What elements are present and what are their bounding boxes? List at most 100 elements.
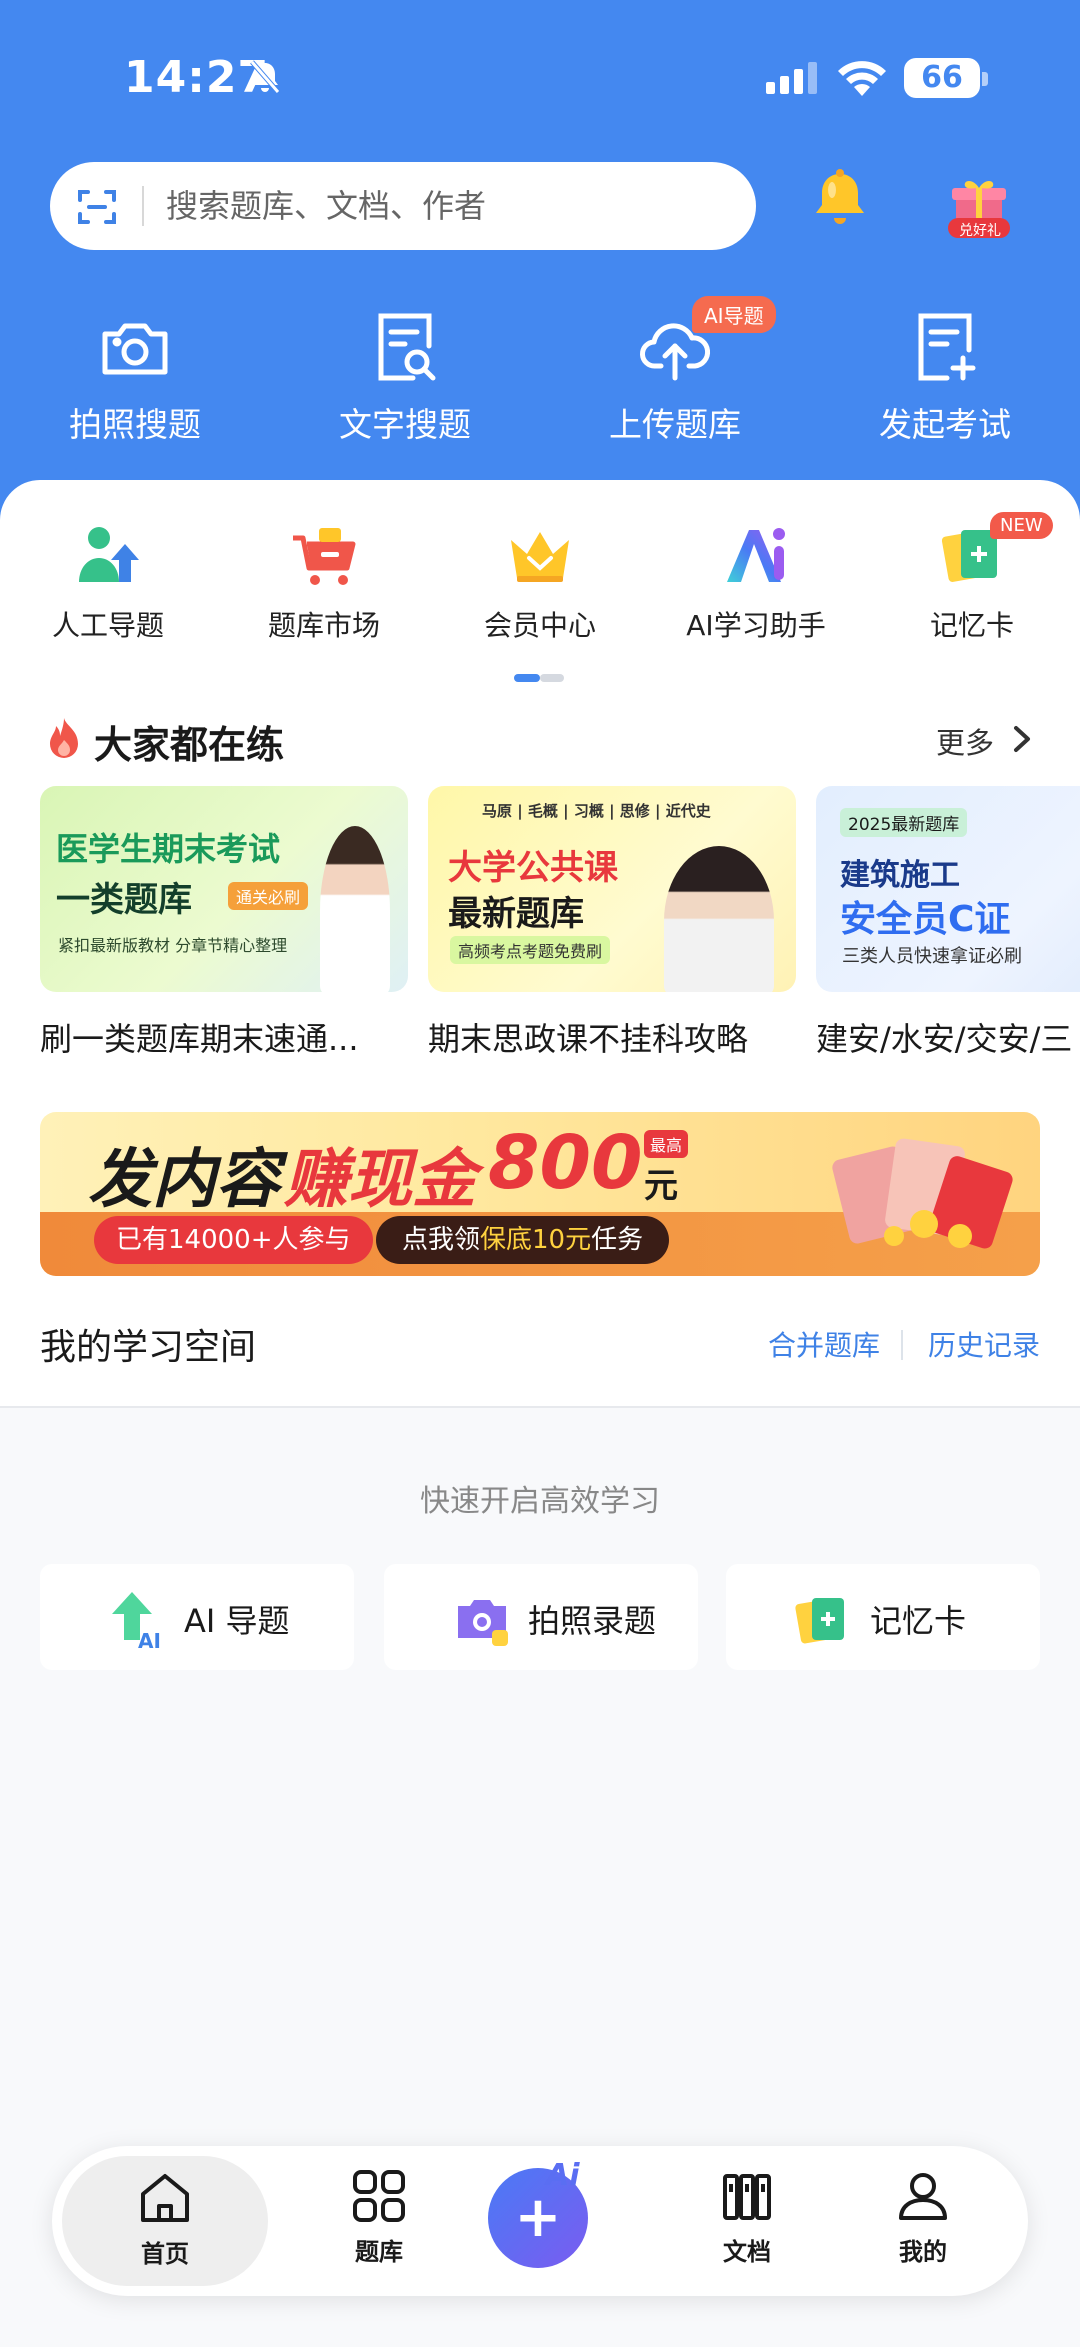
feature-manual-import[interactable]: 人工导题	[0, 520, 216, 644]
cover-caption: 三类人员快速拿证必刷	[842, 946, 1022, 967]
cover-caption: 紧扣最新版教材 分章节精心整理	[58, 936, 288, 955]
banner-cta[interactable]: 点我领保底10元任务	[376, 1216, 670, 1264]
banner-text-earn: 赚现金	[284, 1143, 476, 1217]
wifi-icon	[836, 58, 888, 102]
quick-button-label: 拍照录题	[528, 1602, 657, 1640]
flashcard-icon	[795, 1598, 844, 1644]
quick-actions: 拍照搜题 文字搜题 上传题库 发起考试	[0, 310, 1080, 460]
tab-home[interactable]: 首页	[62, 2156, 268, 2286]
cover-subtitle: 一类题库	[56, 880, 192, 920]
practice-card[interactable]: 2025最新题库 建筑施工 安全员C证 三类人员快速拿证必刷 建安/水安/交安/…	[816, 786, 1080, 1060]
quick-action-start-exam[interactable]: 发起考试	[810, 310, 1080, 460]
card-caption: 建安/水安/交安/三	[816, 1020, 1073, 1058]
quick-action-upload-bank[interactable]: 上传题库	[540, 310, 810, 460]
cover-subtitle: 安全员C证	[840, 899, 1011, 940]
red-envelope-icon	[820, 1132, 1020, 1266]
study-space-header: 我的学习空间 合并题库 历史记录	[40, 1318, 1040, 1368]
practice-title: 大家都在练	[94, 723, 285, 767]
cover-person	[320, 826, 390, 992]
gift-icon[interactable]: 兑好礼	[944, 172, 1014, 246]
battery-indicator: 66	[904, 58, 980, 98]
search-divider	[142, 186, 144, 226]
tab-label: 我的	[899, 2238, 947, 2266]
cover-subtitle: 最新题库	[448, 894, 584, 934]
quick-action-photo-search[interactable]: 拍照搜题	[0, 310, 270, 460]
quick-button-label: 记忆卡	[870, 1602, 967, 1640]
person-upload-icon	[79, 527, 139, 582]
quick-button-label: AI 导题	[184, 1602, 290, 1640]
study-space-title: 我的学习空间	[40, 1327, 257, 1368]
feature-label: 记忆卡	[929, 609, 1014, 642]
feature-label: 会员中心	[483, 609, 596, 642]
feature-label: AI学习助手	[686, 609, 826, 642]
bell-muted-icon	[246, 58, 284, 100]
practice-card[interactable]: 马原 | 毛概 | 习概 | 思修 | 近代史 大学公共课 最新题库 高频考点考…	[428, 786, 796, 1060]
banner-cta-suffix: 任务	[591, 1225, 644, 1255]
cart-icon	[293, 528, 356, 585]
tab-profile[interactable]: 我的	[828, 2146, 1018, 2296]
cover-tag: 通关必刷	[228, 882, 309, 910]
books-icon	[723, 2174, 771, 2220]
search-bar[interactable]	[50, 162, 756, 250]
cellular-signal-icon	[764, 62, 820, 98]
new-badge: NEW	[990, 512, 1053, 539]
ai-import-button[interactable]: AI AI 导题	[40, 1564, 354, 1670]
card-caption: 刷一类题库期末速通...	[40, 1020, 359, 1058]
cover-title: 医学生期末考试	[56, 830, 281, 868]
banner-cta-highlight: 保底10元	[480, 1225, 592, 1255]
ai-assistant-icon	[727, 528, 785, 582]
cover-title: 建筑施工	[840, 858, 960, 893]
quick-start-hint: 快速开启高效学习	[420, 1484, 660, 1519]
tab-label: 首页	[141, 2240, 189, 2268]
crown-icon	[511, 532, 569, 582]
ai-import-icon: AI	[112, 1592, 161, 1650]
merge-bank-link[interactable]: 合并题库	[768, 1324, 880, 1364]
banner-amount: 800	[488, 1120, 643, 1206]
banner-unit: 元	[644, 1166, 678, 1206]
cover-caption: 高频考点考题免费刷	[450, 936, 611, 964]
photo-entry-button[interactable]: 拍照录题	[384, 1564, 698, 1670]
bottom-tab-bar: 首页 题库 + Ai 文档 我的	[52, 2146, 1028, 2296]
ai-create-button[interactable]: + Ai	[488, 2158, 588, 2268]
feature-flashcard[interactable]: 记忆卡	[864, 520, 1080, 644]
more-link[interactable]: 更多	[936, 720, 994, 762]
practice-card[interactable]: 医学生期末考试 一类题库 通关必刷 紧扣最新版教材 分章节精心整理 刷一类题库期…	[40, 786, 408, 1060]
notification-bell-icon[interactable]	[806, 166, 874, 238]
card-cover: 医学生期末考试 一类题库 通关必刷 紧扣最新版教材 分章节精心整理	[40, 786, 408, 992]
card-cover: 马原 | 毛概 | 习概 | 思修 | 近代史 大学公共课 最新题库 高频考点考…	[428, 786, 796, 992]
ai-fab-label: Ai	[546, 2158, 580, 2193]
quick-action-label: 发起考试	[879, 405, 1011, 444]
practice-cards: 医学生期末考试 一类题库 通关必刷 紧扣最新版教材 分章节精心整理 刷一类题库期…	[0, 786, 1080, 1066]
doc-search-icon	[378, 313, 436, 381]
tab-documents[interactable]: 文档	[652, 2146, 842, 2296]
feature-vip[interactable]: 会员中心	[432, 520, 648, 644]
page-dot-active	[514, 674, 540, 682]
ai-import-badge: AI导题	[692, 296, 776, 333]
link-divider	[901, 1330, 903, 1360]
card-caption: 期末思政课不挂科攻略	[428, 1020, 749, 1058]
feature-label: 题库市场	[267, 609, 380, 642]
grid-icon	[353, 2170, 405, 2222]
banner-max-tag: 最高	[644, 1130, 689, 1158]
banner-cta-prefix: 点我领	[402, 1225, 481, 1255]
camera-entry-icon	[458, 1600, 508, 1646]
banner-text-publish: 发内容	[88, 1143, 280, 1217]
tab-question-bank[interactable]: 题库	[284, 2146, 474, 2296]
svg-text:AI: AI	[138, 1629, 161, 1650]
tab-label: 文档	[723, 2238, 771, 2266]
cover-title: 大学公共课	[448, 848, 618, 888]
cover-person	[664, 846, 774, 992]
chevron-right-icon[interactable]	[1010, 724, 1034, 758]
cover-tag: 2025最新题库	[840, 808, 968, 837]
flashcard-button[interactable]: 记忆卡	[726, 1564, 1040, 1670]
quick-action-text-search[interactable]: 文字搜题	[270, 310, 540, 460]
feature-row: 人工导题 题库市场 会员中心 AI学习助手 记忆卡	[0, 520, 1080, 660]
feature-market[interactable]: 题库市场	[216, 520, 432, 644]
history-link[interactable]: 历史记录	[928, 1324, 1040, 1364]
scan-icon[interactable]	[76, 186, 118, 232]
practice-header: 大家都在练 更多	[40, 712, 1040, 767]
doc-add-icon	[918, 313, 976, 381]
promo-banner[interactable]: 发内容 赚现金 800 最高 元 已有14000+人参与 点我领保底10元任务	[40, 1112, 1040, 1276]
search-input[interactable]	[166, 176, 726, 236]
feature-ai-assistant[interactable]: AI学习助手	[648, 520, 864, 644]
